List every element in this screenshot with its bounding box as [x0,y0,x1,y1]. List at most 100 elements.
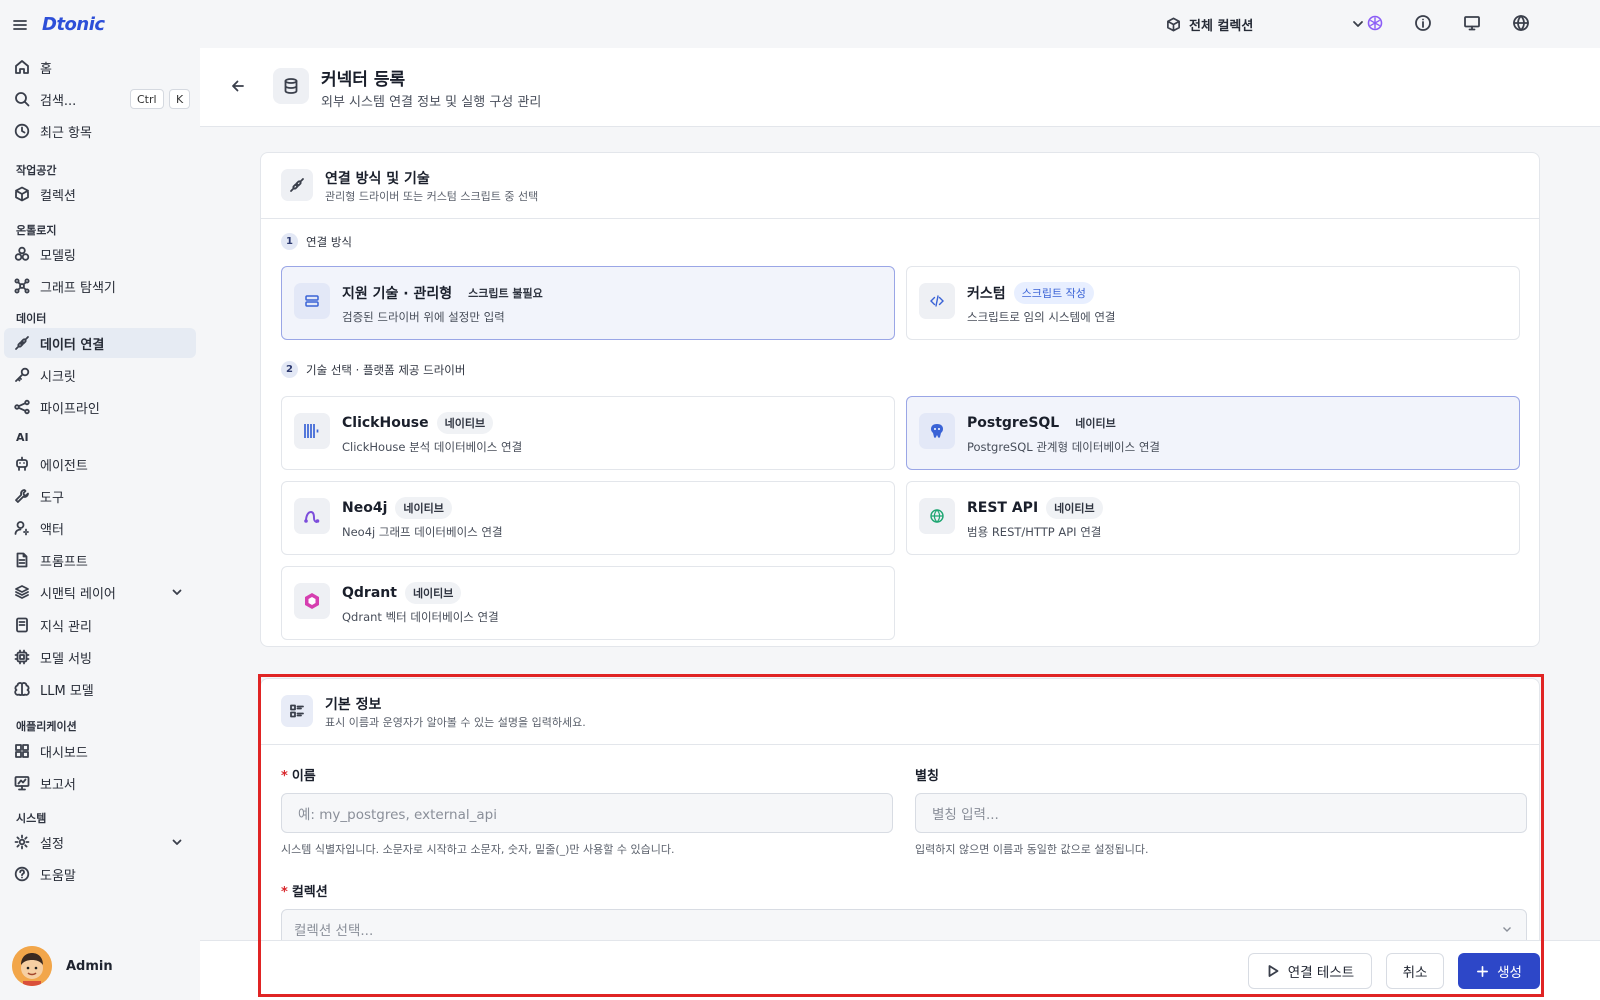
collection-selector[interactable]: 전체 컬렉션 [1166,12,1366,36]
step-label: 기술 선택 · 플랫폼 제공 드라이버 [306,362,466,377]
section-ai: AI [16,431,29,444]
shortcut-k-key: K [169,89,191,109]
back-arrow-icon[interactable] [230,78,246,94]
monitor-icon[interactable] [1463,14,1481,32]
chevron-down-icon [1350,16,1366,32]
user-profile[interactable]: Admin [12,946,113,986]
basic-info-card: 기본 정보 표시 이름과 운영자가 알아볼 수 있는 설명을 입력하세요. * 이… [260,678,1540,940]
option-name: 지원 기술 · 관리형 스크립트 불필요 [342,282,551,304]
postgresql-icon [919,413,955,449]
test-connection-label: 연결 테스트 [1287,965,1355,981]
name-label-text: 이름 [291,769,316,784]
sidebar-item-search[interactable]: 검색... Ctrl K [4,84,196,114]
alias-input[interactable]: 별칭 입력... [915,793,1527,833]
sidebar-item-semantic-layer[interactable]: 시맨틱 레이어 [4,577,196,607]
presentation-icon [14,775,30,791]
chevron-down-icon[interactable] [170,835,184,849]
gear-icon [14,834,30,850]
search-icon [14,91,30,107]
sidebar-item-graph-explorer[interactable]: 그래프 탐색기 [4,271,196,301]
card-subtitle: 관리형 드라이버 또는 커스텀 스크립트 중 선택 [325,190,539,203]
name-input[interactable]: 예: my_postgres, external_api [281,793,893,833]
clock-icon [14,123,30,139]
sidebar-item-label: 보고서 [40,777,76,793]
step-number: 1 [281,233,298,250]
option-description: 검증된 드라이버 위에 설정만 입력 [342,310,505,324]
sidebar-item-label: 데이터 연결 [40,337,105,353]
create-button[interactable]: 생성 [1458,953,1540,989]
sidebar-item-label: 에이전트 [40,458,88,474]
option-title: 커스텀 [967,286,1006,302]
sidebar-item-prompts[interactable]: 프롬프트 [4,545,196,575]
sidebar-item-modeling[interactable]: 모델링 [4,239,196,269]
sidebar-item-actors[interactable]: 액터 [4,513,196,543]
sidebar-item-knowledge[interactable]: 지식 관리 [4,610,196,640]
sidebar-item-recent[interactable]: 최근 항목 [4,116,196,146]
option-description: PostgreSQL 관계형 데이터베이스 연결 [967,440,1161,454]
sidebar-item-model-serving[interactable]: 모델 서빙 [4,642,196,672]
card-subtitle: 표시 이름과 운영자가 알아볼 수 있는 설명을 입력하세요. [325,716,586,729]
mode-option-custom[interactable]: 커스텀 스크립트 작성 스크립트로 임의 시스템에 연결 [906,266,1520,340]
sidebar-item-agents[interactable]: 에이전트 [4,449,196,479]
option-name: REST API 네이티브 [967,497,1103,519]
step-tech-select: 2 기술 선택 · 플랫폼 제공 드라이버 [281,361,465,378]
clickhouse-icon [294,413,330,449]
page-title: 커넥터 등록 [321,70,406,90]
option-title: Neo4j [342,500,388,516]
menu-icon[interactable] [12,17,28,33]
pipeline-icon [14,399,30,415]
tech-option-neo4j[interactable]: Neo4j 네이티브 Neo4j 그래프 데이터베이스 연결 [281,481,895,555]
sidebar-item-settings[interactable]: 설정 [4,827,196,857]
sidebar-item-label: 그래프 탐색기 [40,280,116,296]
form-footer: 연결 테스트 취소 생성 [200,940,1600,1000]
plug-icon [281,169,313,201]
create-label: 생성 [1497,965,1522,981]
sidebar-item-pipelines[interactable]: 파이프라인 [4,392,196,422]
book-icon [14,617,30,633]
tech-option-clickhouse[interactable]: ClickHouse 네이티브 ClickHouse 분석 데이터베이스 연결 [281,396,895,470]
sidebar-item-label: 검색... [40,93,77,109]
sidebar-item-home[interactable]: 홈 [4,52,196,82]
card-header: 기본 정보 표시 이름과 운영자가 알아볼 수 있는 설명을 입력하세요. [261,679,1539,745]
sidebar-item-dashboards[interactable]: 대시보드 [4,736,196,766]
option-description: ClickHouse 분석 데이터베이스 연결 [342,440,523,454]
section-data: 데이터 [16,312,47,325]
sidebar-item-reports[interactable]: 보고서 [4,768,196,798]
cancel-button[interactable]: 취소 [1386,953,1444,989]
sidebar-header: Dtonic [12,14,105,35]
collection-label-text: 컬렉션 [291,885,328,900]
document-icon [14,552,30,568]
ai-spark-icon[interactable] [1366,14,1384,32]
sidebar-item-secrets[interactable]: 시크릿 [4,360,196,390]
tech-option-rest-api[interactable]: REST API 네이티브 범용 REST/HTTP API 연결 [906,481,1520,555]
globe-icon [919,498,955,534]
main-content: 연결 방식 및 기술 관리형 드라이버 또는 커스텀 스크립트 중 선택 1 연… [200,128,1600,940]
sidebar-item-tools[interactable]: 도구 [4,481,196,511]
tech-option-qdrant[interactable]: Qdrant 네이티브 Qdrant 벡터 데이터베이스 연결 [281,566,895,640]
alias-label: 별칭 [915,769,939,784]
option-description: 스크립트로 임의 시스템에 연결 [967,310,1116,324]
sidebar-item-data-connections[interactable]: 데이터 연결 [4,328,196,358]
sidebar-item-llm-models[interactable]: LLM 모델 [4,674,196,704]
list-details-icon [281,695,313,727]
option-badge: 네이티브 [436,412,494,434]
card-title: 기본 정보 [325,697,382,713]
required-mark: * [281,885,288,900]
option-description: Neo4j 그래프 데이터베이스 연결 [342,525,503,539]
mode-option-managed[interactable]: 지원 기술 · 관리형 스크립트 불필요 검증된 드라이버 위에 설정만 입력 [281,266,895,340]
graph-icon [14,278,30,294]
sidebar-item-label: 컬렉션 [40,188,76,204]
sidebar-item-label: 액터 [40,522,64,538]
chevron-down-icon[interactable] [170,585,184,599]
globe-icon[interactable] [1512,14,1530,32]
app-logo[interactable]: Dtonic [42,14,105,35]
key-icon [14,367,30,383]
option-title: REST API [967,500,1039,516]
tech-option-postgresql[interactable]: PostgreSQL 네이티브 PostgreSQL 관계형 데이터베이스 연결 [906,396,1520,470]
sidebar-item-collections[interactable]: 컬렉션 [4,179,196,209]
test-connection-button[interactable]: 연결 테스트 [1248,953,1372,989]
layers-icon [14,584,30,600]
info-icon[interactable] [1414,14,1432,32]
sidebar-item-help[interactable]: 도움말 [4,859,196,889]
collection-select[interactable]: 컬렉션 선택... [281,909,1527,940]
